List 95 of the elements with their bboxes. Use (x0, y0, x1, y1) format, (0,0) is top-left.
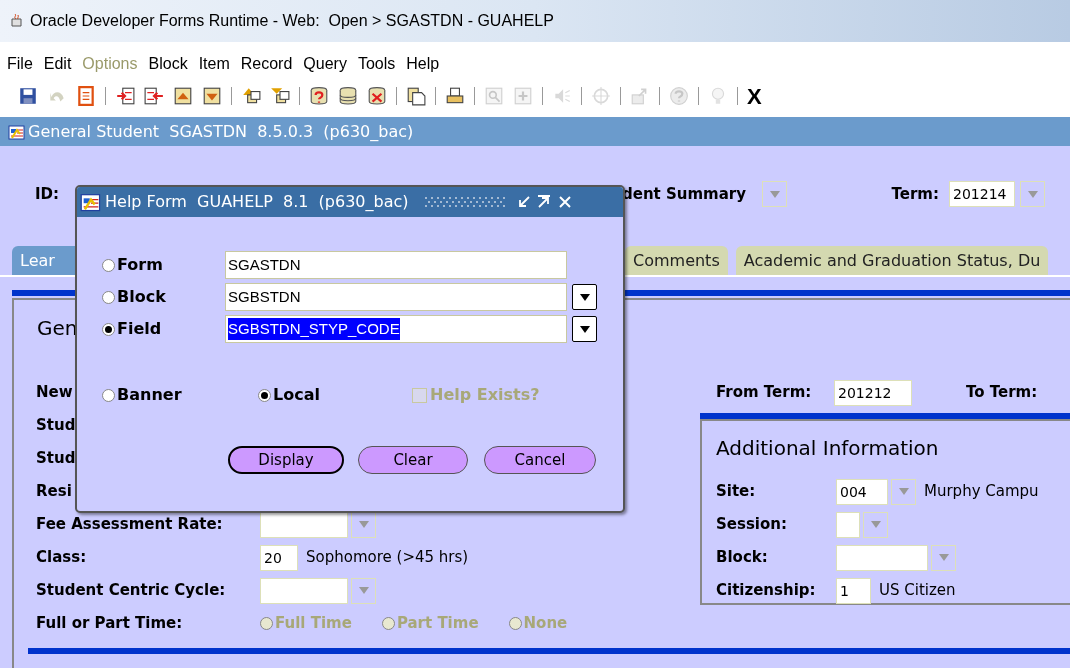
caret-icon (938, 554, 949, 561)
menu-item[interactable]: Edit (43, 52, 72, 77)
radio-label: Form (117, 254, 163, 276)
form-icon (8, 122, 26, 141)
field-label: Citizenship: (716, 580, 816, 602)
panel-heading: Gen (37, 315, 78, 342)
input-field[interactable] (260, 577, 348, 604)
input-field[interactable]: 20 (260, 544, 298, 571)
field-label: Fee Assessment Rate: (36, 514, 223, 536)
section-title: Additional Information (716, 435, 939, 461)
dialog-title: Help Form GUAHELP 8.1 (p630_bac) (105, 191, 409, 213)
document-arrow-icon[interactable] (144, 86, 164, 107)
save-icon[interactable] (18, 86, 38, 107)
document-up-icon[interactable] (173, 86, 193, 107)
field-label: Class: (36, 547, 87, 569)
field-label: Stud (36, 448, 76, 470)
input-field[interactable]: 201214 (949, 181, 1015, 207)
radio-button[interactable] (102, 388, 115, 402)
input-field[interactable]: 004 (836, 478, 888, 505)
form-icon (80, 191, 102, 213)
minimize-icon[interactable] (516, 195, 531, 209)
tab[interactable]: Comments (625, 246, 728, 275)
input-field[interactable] (836, 511, 860, 538)
caret-icon (1027, 190, 1038, 198)
term-label: Term: (891, 183, 939, 205)
app-icon (10, 13, 24, 30)
dialog-button[interactable]: Cancel (484, 446, 596, 474)
menu-item[interactable]: Query (303, 52, 347, 77)
field-label: New (36, 382, 73, 404)
input-field[interactable]: SGBSTDN_STYP_CODE (225, 315, 567, 343)
to-term-label: To Term: (966, 382, 1038, 404)
radio-label: Full Time (275, 613, 352, 635)
database-cancel-icon[interactable] (367, 86, 387, 107)
caret-icon (579, 293, 590, 301)
input-field[interactable]: 1 (836, 577, 871, 604)
document-icon[interactable] (76, 86, 96, 107)
field-value: SGASTDN (228, 254, 301, 275)
caret-icon (870, 521, 881, 528)
field-description: Murphy Campu (924, 481, 1039, 503)
radio-label: Local (273, 384, 320, 406)
caret-icon (579, 325, 590, 333)
field-value: SGBSTDN_STYP_CODE (228, 317, 400, 341)
id-label: ID: (35, 185, 60, 203)
radio-label: Field (117, 318, 162, 340)
form-title: General Student SGASTDN 8.5.0.3 (p630_bac) (28, 120, 414, 143)
field-label: Student Centric Cycle: (36, 580, 226, 602)
document-down-icon[interactable] (202, 86, 222, 107)
caret-icon (358, 587, 369, 594)
radio-label: Banner (117, 384, 182, 406)
window-title: Oracle Developer Forms Runtime - Web: Open > SGASTDN - GUAHELP (30, 11, 554, 32)
input-field[interactable]: SGASTDN (225, 251, 567, 279)
field-description: US Citizen (879, 580, 956, 602)
dropdown-button[interactable] (572, 316, 597, 342)
radio-button[interactable] (258, 388, 271, 402)
dialog-button[interactable]: Display (228, 446, 344, 474)
input-field[interactable]: 201212 (834, 379, 912, 406)
field-description: Sophomore (>45 hrs) (306, 547, 469, 569)
from-term-label: From Term: (715, 382, 813, 404)
database-question-icon[interactable] (309, 86, 329, 107)
close-icon[interactable] (557, 195, 572, 209)
field-label: Resi (36, 481, 72, 503)
field-label: Session: (716, 514, 787, 536)
menu-item[interactable]: Record (240, 52, 293, 77)
document-arrow-icon[interactable] (115, 86, 135, 107)
input-field[interactable]: SGBSTDN (225, 283, 567, 311)
exit-button[interactable]: X (747, 79, 762, 113)
copy-document-icon[interactable] (406, 86, 426, 107)
field-value: SGBSTDN (228, 286, 301, 307)
checkbox-label: Help Exists? (430, 384, 540, 406)
radio-button[interactable] (102, 290, 115, 304)
input-field[interactable] (836, 544, 928, 571)
radio-button[interactable] (102, 322, 115, 336)
caret-icon (898, 488, 909, 495)
menu-item[interactable]: Help (406, 52, 440, 77)
field-label: Site: (716, 481, 756, 503)
field-label: Block: (716, 547, 768, 569)
input-field[interactable] (260, 511, 348, 538)
caret-icon (769, 190, 780, 198)
caret-icon (358, 521, 369, 528)
dropdown-button[interactable] (572, 284, 597, 310)
radio-label: None (523, 613, 568, 635)
menu-item[interactable]: Block (148, 52, 188, 77)
maximize-icon[interactable] (536, 195, 551, 209)
grip-pattern-icon (422, 195, 507, 209)
radio-button[interactable] (102, 258, 115, 272)
field-label: Full or Part Time: (36, 613, 183, 635)
field-label: Stud (36, 415, 76, 437)
radio-label: Part Time (396, 613, 479, 635)
tab[interactable]: Academic and Graduation Status, Du (735, 246, 1049, 275)
menu-item[interactable]: File (7, 52, 33, 77)
dialog-button[interactable]: Clear (358, 446, 468, 474)
database-icon[interactable] (338, 86, 358, 107)
menu-item[interactable]: Item (198, 52, 230, 77)
radio-label: Block (117, 286, 166, 308)
menu-item[interactable]: Tools (357, 52, 396, 77)
